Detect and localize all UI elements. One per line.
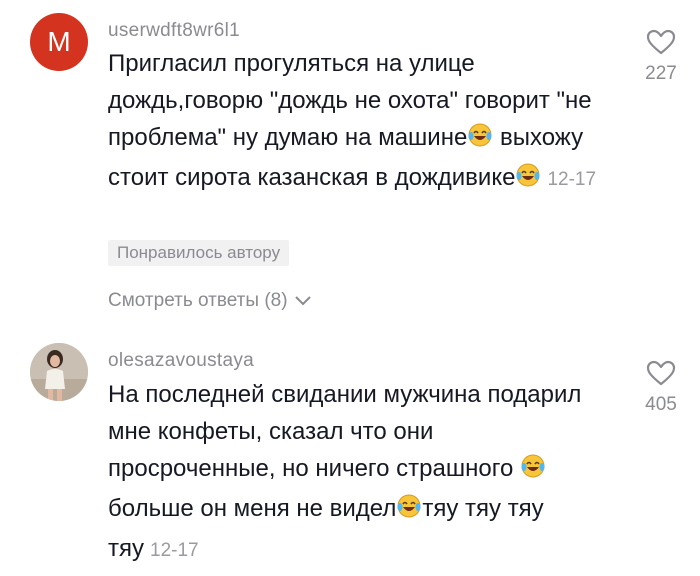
laughing-tears-emoji-icon [520, 453, 546, 490]
avatar[interactable] [30, 343, 88, 401]
comment-text: Пригласил прогуляться на улице дождь,гов… [108, 45, 603, 199]
laughing-tears-emoji-icon [396, 493, 422, 530]
comment-date: 12-17 [150, 540, 199, 561]
heart-icon [636, 360, 686, 386]
comment-username[interactable]: olesazavoustaya [108, 350, 254, 372]
comment-username[interactable]: userwdft8wr6l1 [108, 20, 240, 42]
like-button[interactable]: 405 [636, 360, 686, 416]
comment-text-part: На последней свидании мужчина подарил мн… [108, 381, 582, 482]
heart-icon [636, 29, 686, 55]
avatar-photo-icon [30, 343, 88, 401]
comment-text: На последней свидании мужчина подарил мн… [108, 376, 603, 569]
view-replies-label: Смотреть ответы (8) [108, 290, 288, 311]
avatar[interactable]: M [30, 13, 88, 71]
liked-by-author-badge: Понравилось автору [108, 240, 290, 266]
like-count: 227 [645, 63, 677, 84]
view-replies-button[interactable]: Смотреть ответы (8) [108, 290, 312, 312]
comment-date: 12-17 [547, 169, 597, 190]
laughing-tears-emoji-icon [467, 122, 493, 159]
like-button[interactable]: 227 [636, 29, 686, 85]
avatar-letter: M [47, 26, 71, 57]
comment-text-part: больше он меня не видел [108, 495, 397, 522]
laughing-tears-emoji-icon [515, 162, 541, 199]
chevron-down-icon [294, 290, 312, 312]
like-count: 405 [645, 394, 677, 415]
